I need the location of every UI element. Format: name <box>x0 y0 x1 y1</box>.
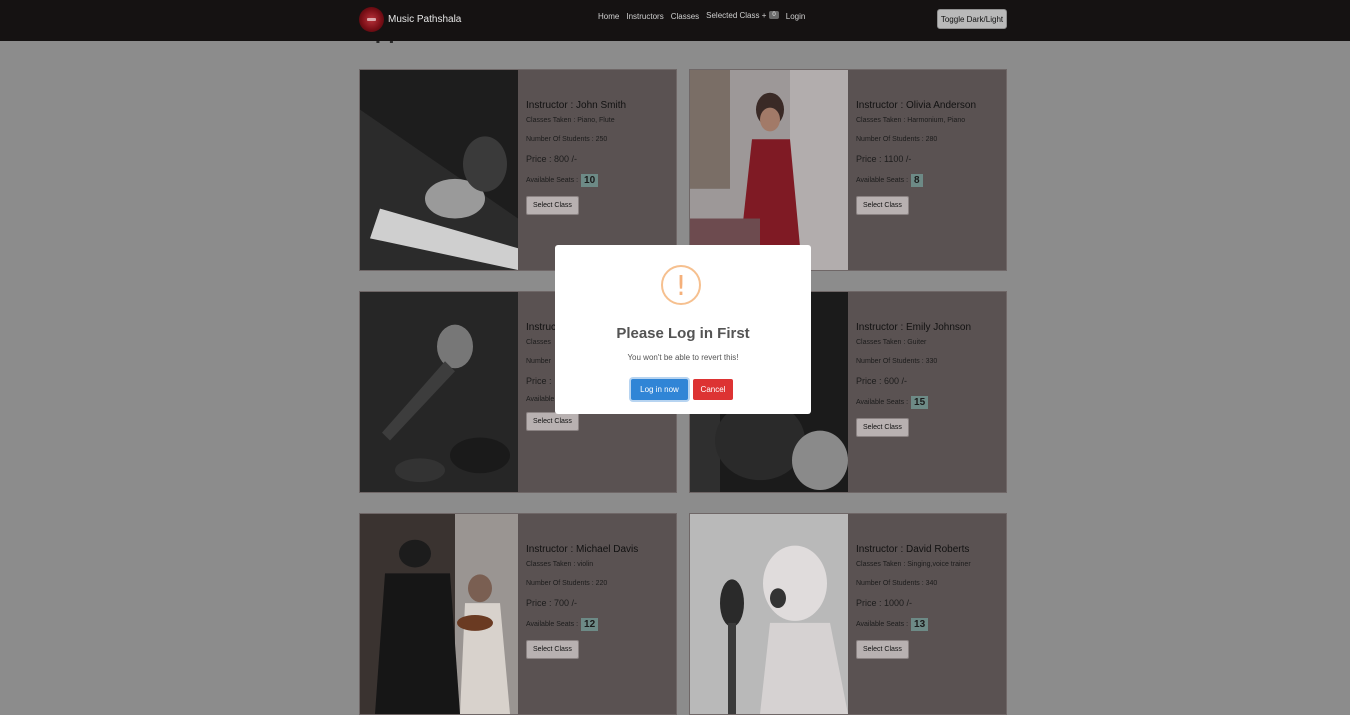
nav-link-classes[interactable]: Classes <box>671 12 699 21</box>
seats-value: 8 <box>911 174 923 187</box>
nav-link-home[interactable]: Home <box>598 12 619 21</box>
select-class-button[interactable]: Select Class <box>526 412 579 431</box>
card-body: Instructor : John Smith Classes Taken : … <box>526 100 672 215</box>
seats-label: Available Seats : <box>856 399 909 406</box>
class-card: Instructor : Michael Davis Classes Taken… <box>359 513 677 715</box>
classes-taken: Classes Taken : violin <box>526 561 594 568</box>
dialog-actions: Log in now Cancel <box>631 379 733 400</box>
available-seats: Available Seats : 8 <box>856 174 1002 187</box>
piano-hands-photo <box>360 70 518 270</box>
nav-link-selected-class[interactable]: Selected Class + 0 <box>706 11 786 20</box>
price: Price : 800 /- <box>526 154 578 164</box>
classes-taken: Classes Taken : Piano, Flute <box>526 117 615 124</box>
seats-label: Available Seats : <box>526 177 579 184</box>
instructor-name: Instructor : Olivia Anderson <box>856 100 977 111</box>
nav-link-login[interactable]: Login <box>786 12 806 21</box>
available-seats: Available Seats : 12 <box>526 618 672 631</box>
price: Price : 600 /- <box>856 376 908 386</box>
available-seats: Available Seats : 10 <box>526 174 672 187</box>
available-seats: Available Seats : 15 <box>856 396 1002 409</box>
seats-value: 12 <box>581 618 599 631</box>
music-logo-icon <box>359 7 384 32</box>
toggle-theme-button[interactable]: Toggle Dark/Light <box>937 9 1007 29</box>
card-body: Instructor : Emily Johnson Classes Taken… <box>856 322 1002 437</box>
select-class-button[interactable]: Select Class <box>526 196 579 215</box>
nav-links: Home Instructors Classes Selected Class … <box>598 11 812 22</box>
select-class-button[interactable]: Select Class <box>856 418 909 437</box>
seats-label: Available Seats : <box>526 621 579 628</box>
available-seats: Available Seats : 13 <box>856 618 1002 631</box>
selected-class-label: Selected Class + <box>706 10 767 20</box>
instructor-name: Instructor : Emily Johnson <box>856 322 972 333</box>
dialog-text: You won't be able to revert this! <box>627 353 739 362</box>
violin-lesson-photo <box>360 514 518 714</box>
seats-value: 15 <box>911 396 929 409</box>
card-body: Instructor : Olivia Anderson Classes Tak… <box>856 100 1002 215</box>
select-class-button[interactable]: Select Class <box>526 640 579 659</box>
cancel-button[interactable]: Cancel <box>693 379 733 400</box>
seats-label: Available Seats : <box>856 177 909 184</box>
class-card: Instructor : Olivia Anderson Classes Tak… <box>689 69 1007 271</box>
boy-singing-photo <box>690 514 848 714</box>
select-class-button[interactable]: Select Class <box>856 196 909 215</box>
student-count: Number Of Students : 340 <box>856 580 938 587</box>
student-count: Number Of Students : 250 <box>526 136 608 143</box>
instructor-name: Instructor : David Roberts <box>856 544 970 555</box>
card-body: Instructor : Michael Davis Classes Taken… <box>526 544 672 659</box>
class-card: Instructor : John Smith Classes Taken : … <box>359 69 677 271</box>
girl-harmonium-photo <box>690 70 848 270</box>
price: Price : 1000 /- <box>856 598 913 608</box>
seats-value: 10 <box>581 174 599 187</box>
seats-value: 13 <box>911 618 929 631</box>
price: Price : 1100 /- <box>856 154 912 164</box>
login-required-dialog: ! Please Log in First You won't be able … <box>555 245 811 414</box>
login-now-button[interactable]: Log in now <box>631 379 688 400</box>
classes-taken: Classes Taken : Singing,voice trainer <box>856 561 971 568</box>
student-count: Number Of Students : 220 <box>526 580 608 587</box>
microphone-photo <box>360 292 518 492</box>
class-card: Instructor : David Roberts Classes Taken… <box>689 513 1007 715</box>
seats-label: Available <box>526 396 555 403</box>
card-body: Instructor : David Roberts Classes Taken… <box>856 544 1002 659</box>
nav-link-instructors[interactable]: Instructors <box>626 12 663 21</box>
student-count: Number Of Students : 280 <box>856 136 938 143</box>
navbar: Music Pathshala Home Instructors Classes… <box>0 0 1350 41</box>
warning-icon: ! <box>661 265 701 305</box>
selected-count-badge: 0 <box>769 11 779 19</box>
student-count: Number Of Students : 330 <box>856 358 938 365</box>
instructor-name: Instructor : Michael Davis <box>526 544 639 555</box>
dialog-title: Please Log in First <box>616 325 750 342</box>
seats-label: Available Seats : <box>856 621 909 628</box>
instructor-name: Instructor : John Smith <box>526 100 627 111</box>
classes-taken: Classes Taken : Guiter <box>856 339 927 346</box>
brand-name: Music Pathshala <box>388 14 462 25</box>
brand[interactable]: Music Pathshala <box>359 7 461 32</box>
classes-taken: Classes Taken : Harmonium, Piano <box>856 117 966 124</box>
select-class-button[interactable]: Select Class <box>856 640 909 659</box>
price: Price : 700 /- <box>526 598 578 608</box>
